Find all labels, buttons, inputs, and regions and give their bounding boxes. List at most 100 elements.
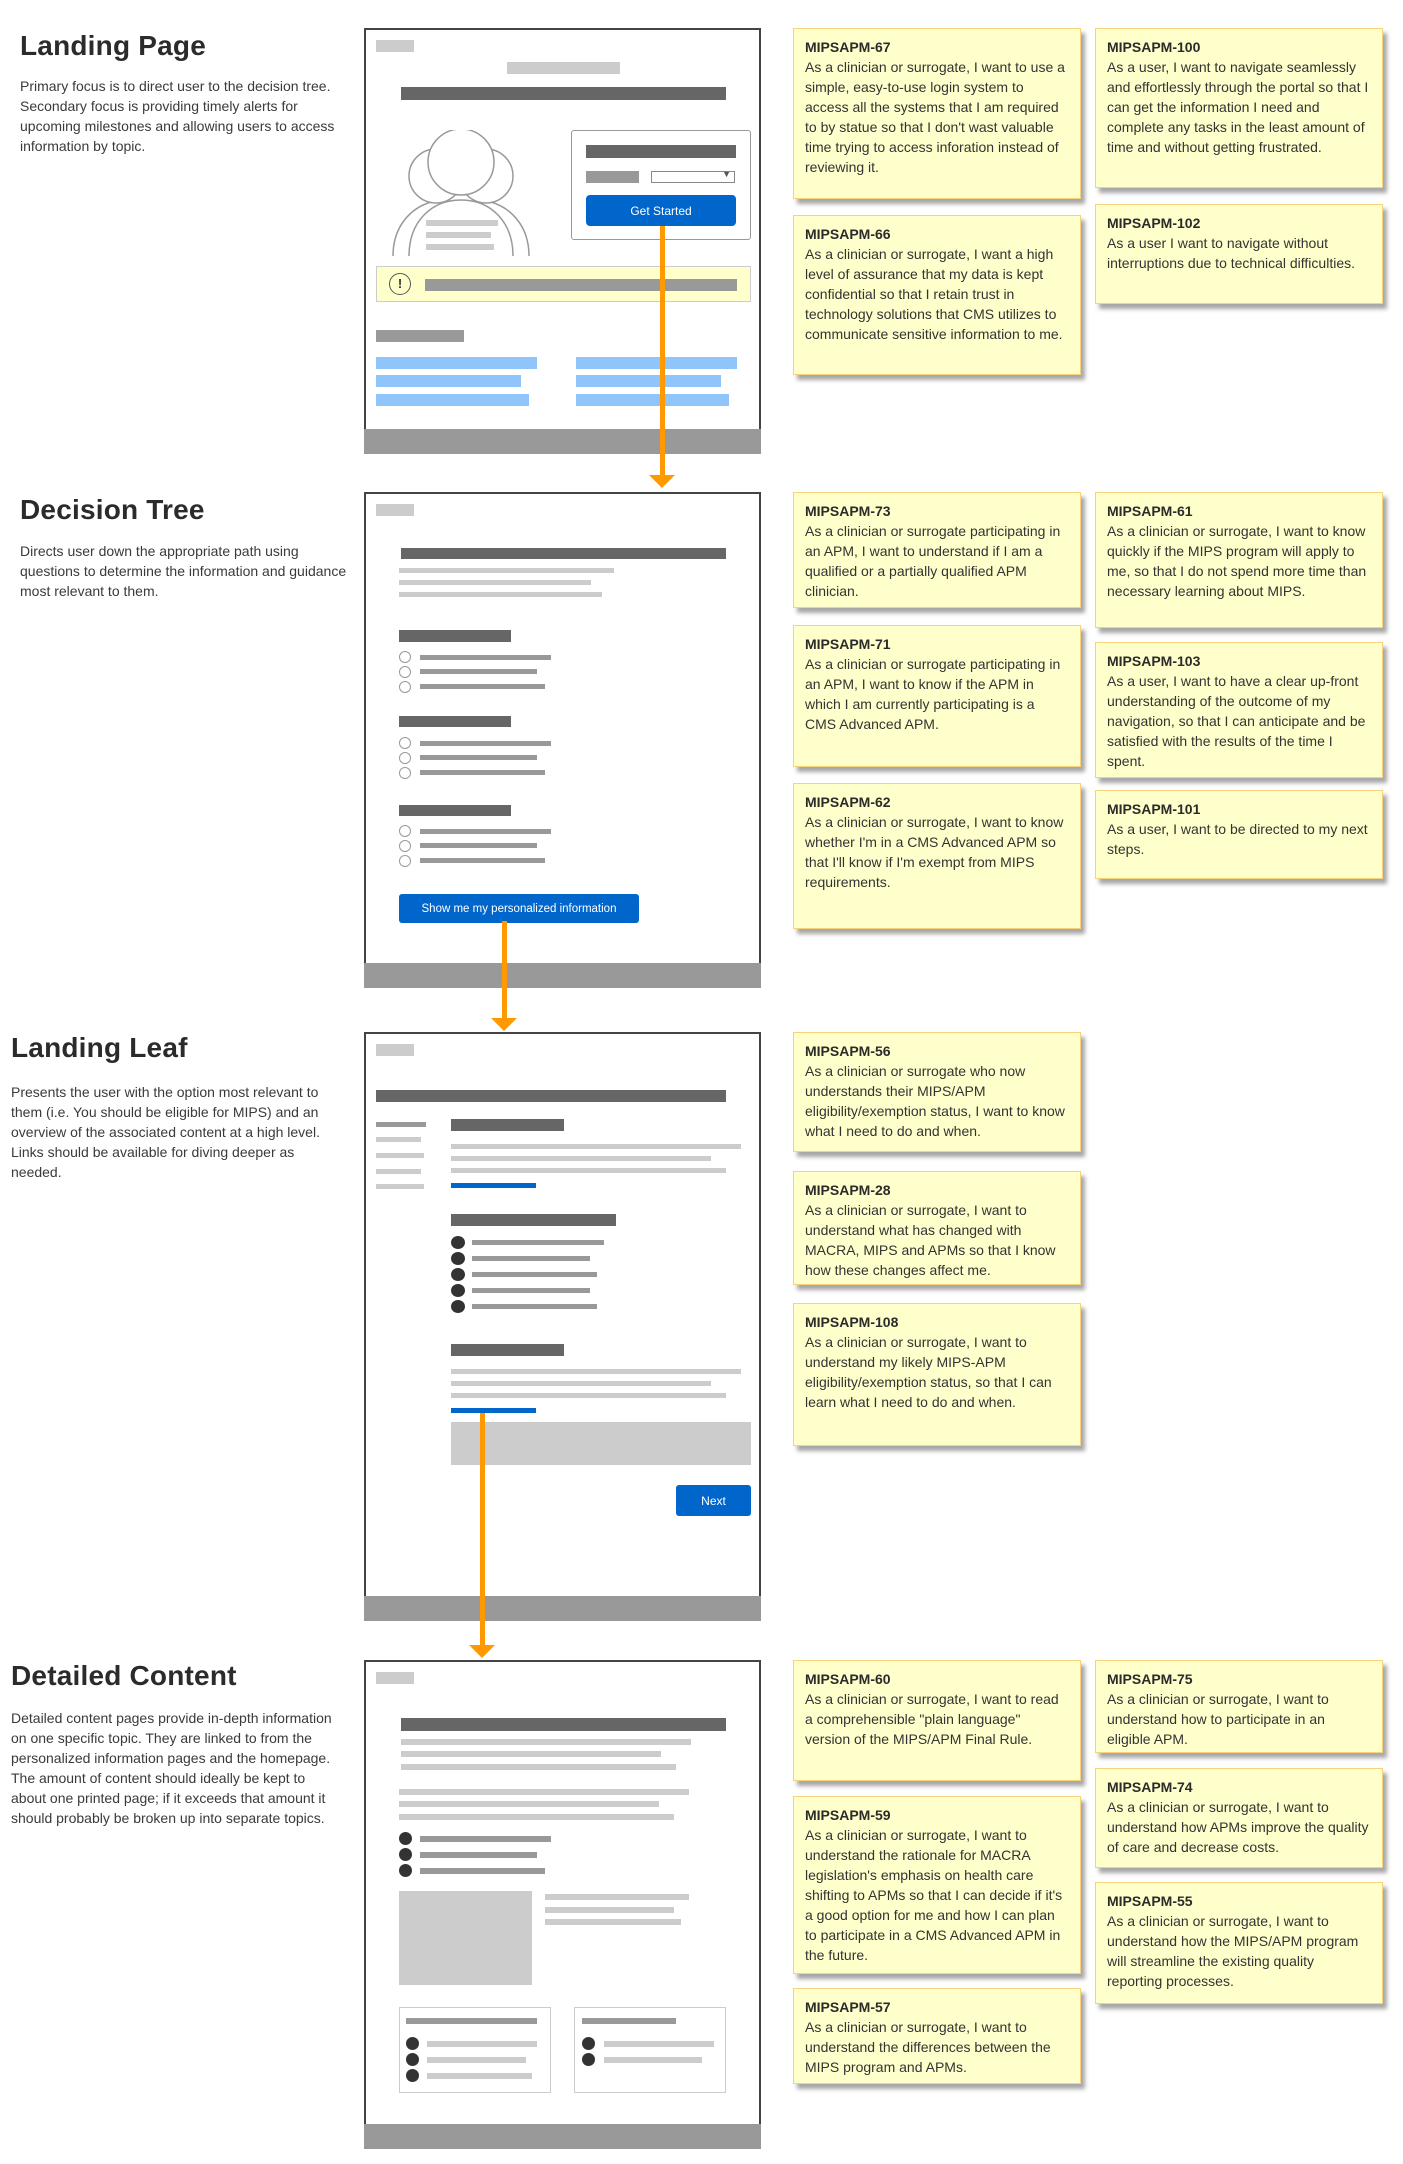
select-label-placeholder bbox=[586, 171, 639, 183]
bullet-text-placeholder bbox=[420, 1836, 551, 1842]
topic-link[interactable] bbox=[376, 394, 529, 406]
story-text: As a clinician or surrogate, I want to u… bbox=[805, 1827, 1063, 1963]
wireframe-decision-tree: Show me my personalized information bbox=[364, 492, 761, 988]
chevron-down-icon: ▼ bbox=[722, 169, 731, 179]
wireframe-landing-page: ▼ Get Started ! bbox=[364, 28, 761, 454]
user-story-note: MIPSAPM-100 As a user, I want to navigat… bbox=[1095, 28, 1383, 188]
section-title-decision-tree: Decision Tree bbox=[20, 494, 205, 525]
logo-placeholder bbox=[376, 1044, 414, 1056]
story-id: MIPSAPM-66 bbox=[805, 226, 891, 242]
text-placeholder bbox=[399, 1789, 689, 1795]
answer-radio[interactable] bbox=[399, 752, 411, 764]
bullet-icon bbox=[451, 1284, 465, 1297]
user-story-note: MIPSAPM-57 As a clinician or surrogate, … bbox=[793, 1988, 1081, 2084]
story-id: MIPSAPM-56 bbox=[805, 1043, 891, 1059]
bullet-text-placeholder bbox=[472, 1272, 597, 1277]
topic-link[interactable] bbox=[576, 375, 721, 387]
get-started-card: ▼ Get Started bbox=[571, 130, 751, 240]
flow-arrow-line bbox=[480, 1413, 485, 1648]
story-text: As a clinician or surrogate, I want to u… bbox=[805, 2019, 1051, 2075]
story-text: As a user I want to navigate without int… bbox=[1107, 235, 1355, 271]
logo-placeholder bbox=[376, 40, 414, 52]
subheading-placeholder bbox=[451, 1119, 564, 1131]
user-story-note: MIPSAPM-55 As a clinician or surrogate, … bbox=[1095, 1882, 1383, 2004]
answer-radio[interactable] bbox=[399, 825, 411, 837]
topic-link[interactable] bbox=[576, 394, 729, 406]
side-nav-item[interactable] bbox=[376, 1184, 424, 1189]
bullet-icon bbox=[399, 1864, 412, 1877]
subheading-placeholder bbox=[451, 1214, 616, 1226]
bullet-text-placeholder bbox=[427, 2041, 537, 2047]
user-story-note: MIPSAPM-73 As a clinician or surrogate p… bbox=[793, 492, 1081, 608]
answer-radio[interactable] bbox=[399, 737, 411, 749]
role-select[interactable]: ▼ bbox=[651, 169, 735, 183]
text-placeholder bbox=[451, 1156, 711, 1161]
answer-label-placeholder bbox=[420, 655, 551, 660]
side-nav-item[interactable] bbox=[376, 1122, 426, 1127]
alert-icon: ! bbox=[389, 273, 411, 295]
bullet-icon bbox=[406, 2069, 419, 2082]
text-placeholder bbox=[451, 1381, 711, 1386]
answer-label-placeholder bbox=[420, 741, 551, 746]
show-personalized-info-button[interactable]: Show me my personalized information bbox=[399, 894, 639, 923]
user-story-note: MIPSAPM-60 As a clinician or surrogate, … bbox=[793, 1660, 1081, 1781]
bullet-icon bbox=[451, 1268, 465, 1281]
read-more-link[interactable] bbox=[451, 1408, 536, 1413]
answer-radio[interactable] bbox=[399, 767, 411, 779]
section-title-landing-leaf: Landing Leaf bbox=[11, 1032, 188, 1063]
related-topic-card[interactable] bbox=[574, 2007, 726, 2093]
bullet-icon bbox=[451, 1236, 465, 1249]
text-placeholder bbox=[399, 1801, 659, 1807]
side-nav-item[interactable] bbox=[376, 1169, 421, 1174]
bullet-icon bbox=[399, 1848, 412, 1861]
logo-placeholder bbox=[376, 1672, 414, 1684]
answer-radio[interactable] bbox=[399, 666, 411, 678]
subtitle-placeholder bbox=[507, 62, 620, 74]
story-text: As a clinician or surrogate, I want a hi… bbox=[805, 246, 1063, 342]
topic-link[interactable] bbox=[376, 357, 537, 369]
related-topic-card[interactable] bbox=[399, 2007, 551, 2093]
flow-arrow-line bbox=[660, 226, 665, 476]
section-title-landing-page: Landing Page bbox=[20, 30, 206, 61]
topics-heading-placeholder bbox=[376, 330, 464, 342]
answer-radio[interactable] bbox=[399, 681, 411, 693]
story-id: MIPSAPM-108 bbox=[805, 1314, 899, 1330]
read-more-link[interactable] bbox=[451, 1183, 536, 1188]
callout-box-placeholder bbox=[451, 1422, 751, 1465]
side-nav-item[interactable] bbox=[376, 1153, 424, 1158]
story-id: MIPSAPM-74 bbox=[1107, 1779, 1193, 1795]
bullet-icon bbox=[582, 2037, 595, 2050]
users-illustration-icon bbox=[392, 130, 530, 257]
get-started-button[interactable]: Get Started bbox=[586, 195, 736, 226]
next-button[interactable]: Next bbox=[676, 1485, 751, 1516]
card-heading-placeholder bbox=[582, 2018, 676, 2024]
bullet-icon bbox=[451, 1300, 465, 1313]
story-id: MIPSAPM-101 bbox=[1107, 801, 1201, 817]
topic-link[interactable] bbox=[576, 357, 737, 369]
question-placeholder bbox=[399, 630, 511, 642]
user-story-note: MIPSAPM-71 As a clinician or surrogate p… bbox=[793, 625, 1081, 767]
answer-radio[interactable] bbox=[399, 855, 411, 867]
answer-radio[interactable] bbox=[399, 840, 411, 852]
answer-label-placeholder bbox=[420, 843, 537, 848]
story-id: MIPSAPM-102 bbox=[1107, 215, 1201, 231]
text-placeholder bbox=[545, 1907, 674, 1913]
alert-text-placeholder bbox=[425, 279, 737, 291]
user-story-note: MIPSAPM-102 As a user I want to navigate… bbox=[1095, 204, 1383, 304]
user-story-note: MIPSAPM-56 As a clinician or surrogate w… bbox=[793, 1032, 1081, 1152]
wireframe-detailed-content bbox=[364, 1660, 761, 2149]
side-nav-item[interactable] bbox=[376, 1137, 421, 1142]
story-id: MIPSAPM-103 bbox=[1107, 653, 1201, 669]
answer-label-placeholder bbox=[420, 858, 545, 863]
text-placeholder bbox=[401, 1739, 691, 1745]
text-placeholder bbox=[545, 1894, 689, 1900]
story-id: MIPSAPM-75 bbox=[1107, 1671, 1193, 1687]
topic-link[interactable] bbox=[376, 375, 521, 387]
text-placeholder bbox=[426, 232, 491, 238]
page-footer bbox=[364, 429, 761, 454]
answer-radio[interactable] bbox=[399, 651, 411, 663]
bullet-text-placeholder bbox=[420, 1868, 545, 1874]
story-text: As a clinician or surrogate, I want to u… bbox=[805, 59, 1065, 175]
text-placeholder bbox=[426, 244, 494, 250]
story-id: MIPSAPM-28 bbox=[805, 1182, 891, 1198]
